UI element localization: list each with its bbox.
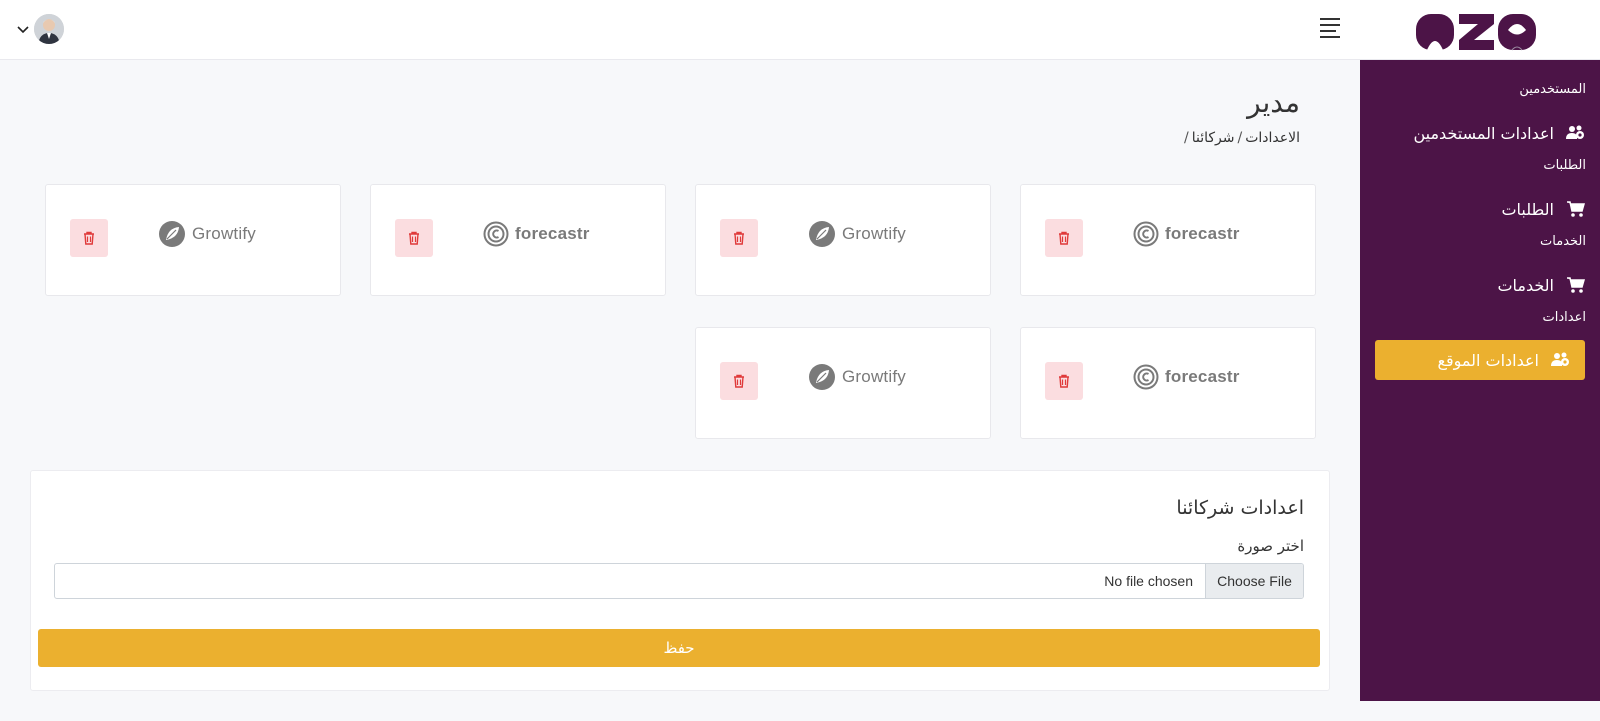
panel-title: اعدادات شركائنا	[1176, 497, 1304, 519]
sidebar-item-services[interactable]: الخدمات	[1360, 264, 1600, 306]
forecastr-logo: forecastr	[483, 217, 590, 251]
trash-icon	[84, 231, 94, 245]
sidebar: المستخدمين اعدادات المستخدمين الطلبات ال…	[1360, 60, 1600, 701]
partner-card: forecastr	[1020, 327, 1316, 439]
sidebar-item-orders[interactable]: الطلبات	[1360, 188, 1600, 230]
breadcrumb-item: شركائنا	[1191, 130, 1235, 146]
delete-button[interactable]	[720, 362, 758, 400]
save-button[interactable]: حفظ	[38, 629, 1320, 667]
page-title: مدير	[1247, 86, 1300, 119]
forecastr-logo: forecastr	[1133, 217, 1240, 251]
partner-logo-text: forecastr	[1165, 224, 1240, 243]
cart-icon	[1567, 277, 1585, 293]
users-cog-icon	[1566, 125, 1584, 139]
sidebar-category-users: المستخدمين	[1519, 82, 1586, 97]
delete-button[interactable]	[1045, 362, 1083, 400]
trash-icon	[409, 231, 419, 245]
cart-icon	[1567, 201, 1585, 217]
partner-logo-text: Growtify	[842, 367, 906, 386]
avatar[interactable]	[34, 14, 64, 44]
partner-card: Growtify	[695, 327, 991, 439]
breadcrumb: الاعدادات/شركائنا/	[1181, 130, 1300, 146]
partner-card: forecastr	[370, 184, 666, 296]
forecastr-logo-icon	[1133, 364, 1159, 390]
growtify-logo: Growtify	[158, 217, 256, 251]
partner-logo-text: forecastr	[1165, 367, 1240, 386]
forecastr-logo-icon	[483, 221, 509, 247]
image-field-label: اختر صورة	[1237, 537, 1304, 555]
growtify-logo-icon	[809, 364, 835, 390]
partner-card: Growtify	[45, 184, 341, 296]
chevron-down-icon[interactable]	[16, 22, 30, 36]
users-cog-icon	[1551, 352, 1569, 366]
trash-icon	[1059, 231, 1069, 245]
breadcrumb-item[interactable]: الاعدادات	[1245, 130, 1300, 146]
growtify-logo: Growtify	[808, 217, 906, 251]
trash-icon	[734, 374, 744, 388]
image-file-input[interactable]: Choose File No file chosen	[54, 563, 1304, 599]
delete-button[interactable]	[720, 219, 758, 257]
trash-icon	[734, 231, 744, 245]
growtify-logo: Growtify	[808, 360, 906, 394]
sidebar-category-settings: اعدادات	[1542, 310, 1586, 325]
sidebar-item-label: الخدمات	[1497, 275, 1554, 295]
partner-card: Growtify	[695, 184, 991, 296]
breadcrumb-separator: /	[1184, 130, 1189, 146]
delete-button[interactable]	[70, 219, 108, 257]
hamburger-icon[interactable]	[1320, 18, 1346, 40]
top-bar	[0, 0, 1600, 60]
file-status-text: No file chosen	[1104, 573, 1193, 589]
sidebar-category-orders: الطلبات	[1543, 158, 1586, 173]
ozo-logo	[1416, 14, 1536, 51]
forecastr-logo-icon	[1133, 221, 1159, 247]
breadcrumb-separator: /	[1237, 130, 1243, 146]
sidebar-item-site-settings[interactable]: اعدادات الموقع	[1375, 340, 1585, 380]
sidebar-category-services: الخدمات	[1540, 234, 1586, 249]
user-menu[interactable]	[16, 14, 64, 44]
growtify-logo-icon	[159, 221, 185, 247]
choose-file-button[interactable]: Choose File	[1205, 564, 1303, 598]
partner-logo-text: Growtify	[842, 224, 906, 243]
trash-icon	[1059, 374, 1069, 388]
delete-button[interactable]	[1045, 219, 1083, 257]
sidebar-item-label: اعدادات المستخدمين	[1413, 123, 1554, 143]
growtify-logo-icon	[809, 221, 835, 247]
partner-card: forecastr	[1020, 184, 1316, 296]
partners-settings-panel: اعدادات شركائنا اختر صورة Choose File No…	[30, 470, 1330, 691]
sidebar-item-label: اعدادات الموقع	[1437, 350, 1539, 370]
sidebar-item-label: الطلبات	[1501, 199, 1554, 219]
partner-logo-text: forecastr	[515, 224, 590, 243]
forecastr-logo: forecastr	[1133, 360, 1240, 394]
sidebar-item-user-settings[interactable]: اعدادات المستخدمين	[1360, 112, 1600, 154]
partner-logo-text: Growtify	[192, 224, 256, 243]
delete-button[interactable]	[395, 219, 433, 257]
